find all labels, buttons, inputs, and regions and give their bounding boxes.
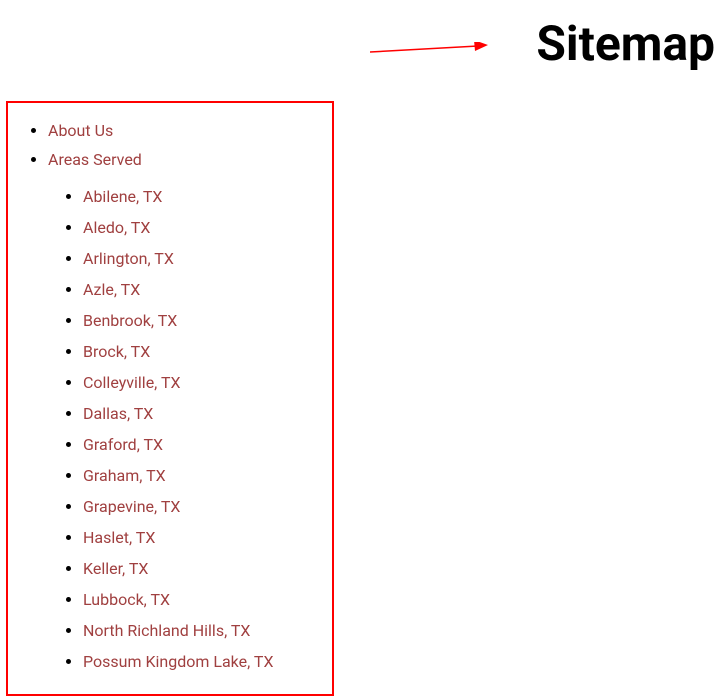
area-link[interactable]: Colleyville, TX: [83, 373, 181, 392]
list-item: Benbrook, TX: [83, 311, 322, 330]
area-link[interactable]: Lubbock, TX: [83, 590, 170, 609]
area-link[interactable]: Keller, TX: [83, 559, 148, 578]
area-link[interactable]: Possum Kingdom Lake, TX: [83, 652, 274, 671]
list-item: Brock, TX: [83, 342, 322, 361]
list-item: Haslet, TX: [83, 528, 322, 547]
page-title: Sitemap: [536, 15, 715, 72]
area-link[interactable]: Arlington, TX: [83, 249, 174, 268]
list-item: About Us: [48, 121, 322, 140]
about-us-link[interactable]: About Us: [48, 121, 113, 140]
areas-served-link[interactable]: Areas Served: [48, 150, 142, 169]
list-item: Keller, TX: [83, 559, 322, 578]
area-link[interactable]: Brock, TX: [83, 342, 150, 361]
list-item: Areas Served Abilene, TX Aledo, TX Arlin…: [48, 150, 322, 671]
area-link[interactable]: Dallas, TX: [83, 404, 153, 423]
area-link[interactable]: Haslet, TX: [83, 528, 155, 547]
sitemap-list: About Us Areas Served Abilene, TX Aledo,…: [18, 121, 322, 671]
area-link[interactable]: Graford, TX: [83, 435, 163, 454]
list-item: Arlington, TX: [83, 249, 322, 268]
list-item: Azle, TX: [83, 280, 322, 299]
area-link[interactable]: Benbrook, TX: [83, 311, 177, 330]
sitemap-annotation-box: About Us Areas Served Abilene, TX Aledo,…: [6, 101, 334, 696]
area-link[interactable]: Graham, TX: [83, 466, 166, 485]
list-item: Dallas, TX: [83, 404, 322, 423]
list-item: Colleyville, TX: [83, 373, 322, 392]
area-link[interactable]: Grapevine, TX: [83, 497, 180, 516]
list-item: Possum Kingdom Lake, TX: [83, 652, 322, 671]
list-item: Graham, TX: [83, 466, 322, 485]
area-link[interactable]: North Richland Hills, TX: [83, 621, 250, 640]
arrow-annotation-icon: [370, 42, 490, 62]
list-item: Lubbock, TX: [83, 590, 322, 609]
list-item: Aledo, TX: [83, 218, 322, 237]
list-item: Abilene, TX: [83, 187, 322, 206]
area-link[interactable]: Aledo, TX: [83, 218, 150, 237]
area-link[interactable]: Azle, TX: [83, 280, 140, 299]
areas-sublist: Abilene, TX Aledo, TX Arlington, TX Azle…: [48, 187, 322, 671]
list-item: Graford, TX: [83, 435, 322, 454]
area-link[interactable]: Abilene, TX: [83, 187, 162, 206]
list-item: North Richland Hills, TX: [83, 621, 322, 640]
list-item: Grapevine, TX: [83, 497, 322, 516]
